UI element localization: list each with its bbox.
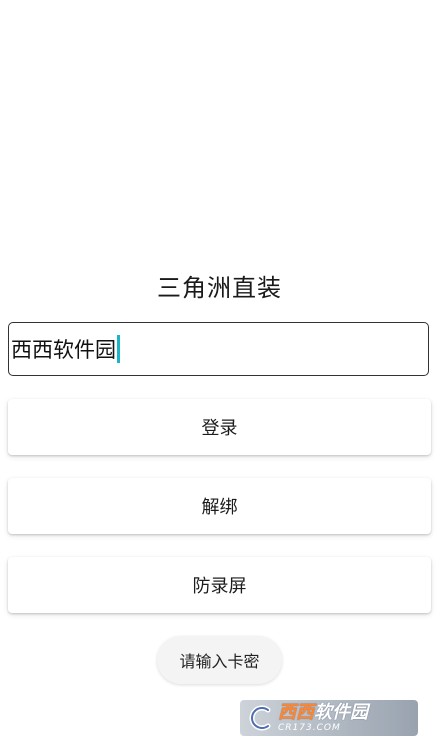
watermark-text: 西西软件园 CR173.COM bbox=[278, 701, 368, 733]
text-caret bbox=[117, 335, 120, 363]
watermark-brand: 西西软件园 bbox=[278, 701, 368, 723]
watermark-brand-rest: 软件园 bbox=[314, 701, 368, 723]
toast-message: 请输入卡密 bbox=[157, 636, 282, 684]
app-screen: 三角洲直装 西西软件园 登录 解绑 防录屏 请输入卡密 西西软件园 CR173.… bbox=[0, 0, 439, 744]
watermark-brand-accent: 西西 bbox=[278, 701, 314, 723]
page-title: 三角洲直装 bbox=[157, 274, 282, 302]
anti-screen-record-button[interactable]: 防录屏 bbox=[8, 557, 431, 613]
unbind-button[interactable]: 解绑 bbox=[8, 478, 431, 534]
card-key-input[interactable]: 西西软件园 bbox=[8, 322, 429, 376]
login-button[interactable]: 登录 bbox=[8, 399, 431, 455]
watermark-logo: 西西软件园 CR173.COM bbox=[240, 700, 418, 736]
watermark-c-icon bbox=[246, 704, 276, 732]
watermark-domain: CR173.COM bbox=[278, 722, 341, 733]
card-key-input-value: 西西软件园 bbox=[11, 338, 116, 362]
